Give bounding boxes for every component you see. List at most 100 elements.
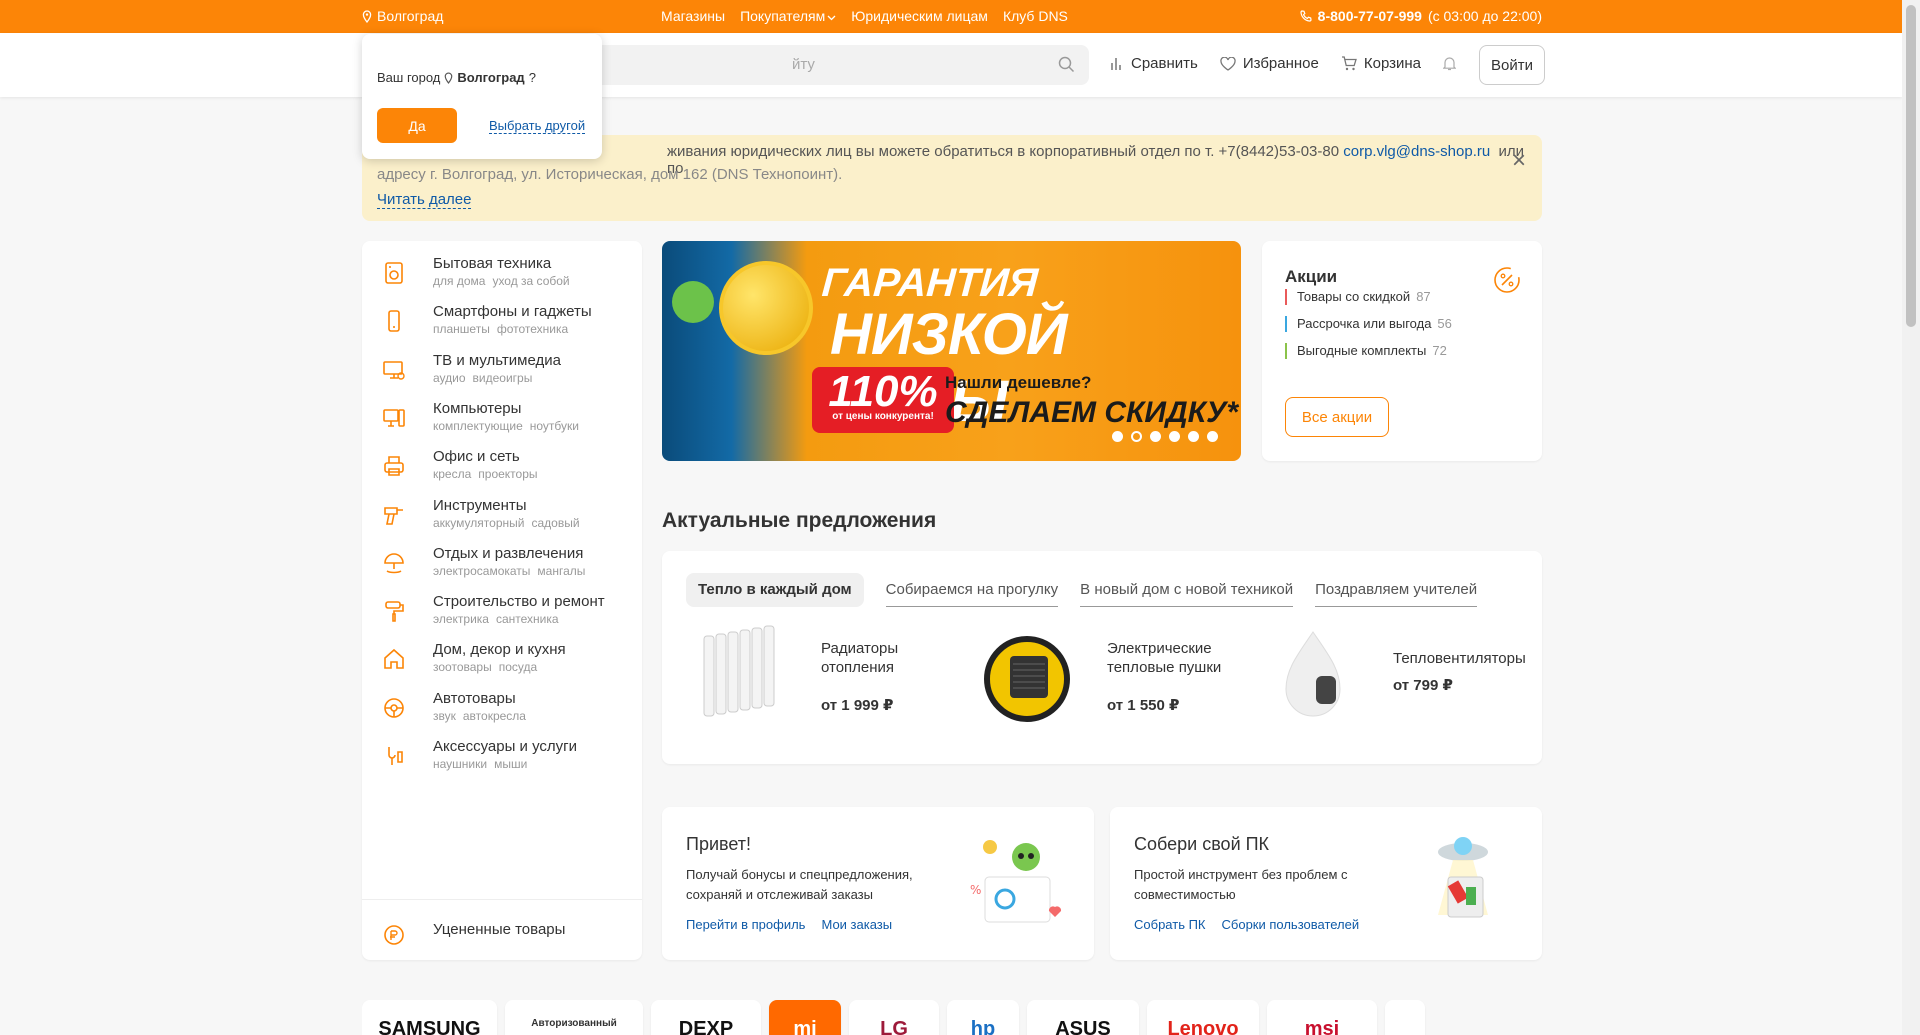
city-question-city: Волгоград — [457, 70, 525, 85]
catalog-sub-link[interactable]: комплектующие — [433, 419, 523, 433]
catalog-sub-link[interactable]: наушники — [433, 757, 487, 771]
catalog-item-discounted[interactable]: Уцененные товары — [362, 917, 642, 972]
catalog-sub-link[interactable]: электрика — [433, 612, 489, 626]
login-button[interactable]: Войти — [1479, 45, 1545, 85]
orders-link[interactable]: Мои заказы — [821, 917, 892, 932]
slider-dot[interactable] — [1207, 431, 1218, 442]
favorites-button[interactable]: Избранное — [1220, 55, 1319, 72]
build-pc-link[interactable]: Собрать ПК — [1134, 917, 1206, 932]
promotion-count: 72 — [1432, 343, 1447, 358]
product-card[interactable]: Тепловентиляторы от 799 ₽ — [1258, 619, 1526, 729]
city-choose-other-link[interactable]: Выбрать другой — [489, 118, 586, 134]
catalog-sub-link[interactable]: звук — [433, 709, 456, 723]
city-question: Ваш город Волгоград? — [377, 70, 536, 85]
catalog-item[interactable]: Инструменты аккумуляторный садовый — [362, 497, 642, 552]
product-card[interactable]: Электрические тепловые пушки от 1 550 ₽ — [972, 619, 1232, 729]
catalog-sub-link[interactable]: мангалы — [537, 564, 585, 578]
catalog-sub-link[interactable]: аккумуляторный — [433, 516, 524, 530]
city-confirm-yes-button[interactable]: Да — [377, 108, 457, 143]
nav-buyers[interactable]: Покупателям — [740, 8, 836, 24]
cart-button[interactable]: Корзина — [1341, 55, 1421, 72]
slider-dot[interactable] — [1150, 431, 1161, 442]
catalog-item[interactable]: Дом, декор и кухня зоотовары посуда — [362, 641, 642, 696]
catalog-item-subs: электрика сантехника — [433, 612, 566, 626]
offers-panel: Тепло в каждый дом Собираемся на прогулку… — [662, 551, 1542, 764]
section-title: Актуальные предложения — [662, 509, 937, 532]
catalog-sub-link[interactable]: кресла — [433, 467, 471, 481]
user-builds-link[interactable]: Сборки пользователей — [1222, 917, 1360, 932]
catalog-sub-link[interactable]: уход за собой — [492, 274, 569, 288]
catalog-item-subs: наушники мыши — [433, 757, 534, 771]
build-pc-card: Собери свой ПК Простой инструмент без пр… — [1110, 807, 1542, 960]
profile-link[interactable]: Перейти в профиль — [686, 917, 805, 932]
catalog-sub-link[interactable]: для дома — [433, 274, 485, 288]
catalog-sub-link[interactable]: планшеты — [433, 322, 490, 336]
catalog-sub-link[interactable]: фототехника — [497, 322, 568, 336]
catalog-item[interactable]: ТВ и мультимедиа аудио видеоигры — [362, 352, 642, 407]
scrollbar-thumb[interactable] — [1906, 5, 1916, 327]
catalog-item[interactable]: Отдых и развлечения электросамокаты мангал… — [362, 545, 642, 600]
brand-logo[interactable]: DEXP — [651, 1000, 761, 1035]
nav-club[interactable]: Клуб DNS — [1003, 8, 1068, 24]
brand-logo[interactable]: LG — [849, 1000, 939, 1035]
catalog-item[interactable]: Компьютеры комплектующие ноутбуки — [362, 400, 642, 455]
slider-dot[interactable] — [1169, 431, 1180, 442]
brand-logo[interactable]: Lenovo — [1147, 1000, 1259, 1035]
promotion-link[interactable]: Выгодные комплекты 72 — [1285, 343, 1447, 359]
brand-logo[interactable]: msi — [1267, 1000, 1377, 1035]
catalog-item-subs: зоотовары посуда — [433, 660, 544, 674]
search-input[interactable]: йту — [562, 45, 1089, 85]
catalog-sub-link[interactable]: зоотовары — [433, 660, 492, 674]
offers-tab[interactable]: Поздравляем учителей — [1315, 575, 1478, 607]
brand-logo[interactable]: hp — [947, 1000, 1019, 1035]
nav-buyers-label: Покупателям — [740, 8, 826, 24]
catalog-item[interactable]: Аксессуары и услуги наушники мыши — [362, 738, 642, 793]
offers-tab[interactable]: Тепло в каждый дом — [686, 573, 864, 607]
catalog-sub-link[interactable]: ноутбуки — [530, 419, 579, 433]
catalog-sub-link[interactable]: автокресла — [463, 709, 526, 723]
catalog-sub-link[interactable]: сантехника — [496, 612, 559, 626]
product-card[interactable]: Радиаторы отопления от 1 999 ₽ — [686, 619, 946, 729]
catalog-sub-link[interactable]: электросамокаты — [433, 564, 530, 578]
accessories-icon — [388, 747, 403, 765]
brand-logo[interactable]: mi — [769, 1000, 841, 1035]
promotion-link[interactable]: Товары со скидкой 87 — [1285, 289, 1431, 305]
slider-dot[interactable] — [1131, 431, 1142, 442]
promo-banner[interactable]: ГАРАНТИЯ НИЗКОЙ ЦЕНЫ 110% от цены конкур… — [662, 241, 1241, 461]
slider-dot[interactable] — [1188, 431, 1199, 442]
catalog-sub-link[interactable]: видеоигры — [473, 371, 533, 385]
brand-logo[interactable]: SAMSUNG — [362, 1000, 497, 1035]
city-selector[interactable]: Волгоград — [362, 8, 443, 24]
catalog-item[interactable]: Бытовая техника для дома уход за собой — [362, 255, 642, 310]
search-icon[interactable] — [1058, 56, 1075, 73]
top-bar: Волгоград Магазины Покупателям Юридическ… — [0, 0, 1902, 33]
catalog-item[interactable]: Строительство и ремонт электрика сантехник… — [362, 593, 642, 648]
brand-logo[interactable]: Авторизованный — [505, 1000, 643, 1035]
phone-block[interactable]: 8-800-77-07-999 (с 03:00 до 22:00) — [1300, 8, 1542, 24]
offers-tab[interactable]: В новый дом с новой техникой — [1080, 575, 1294, 607]
read-more-link[interactable]: Читать далее — [377, 191, 472, 209]
catalog-item[interactable]: Смартфоны и гаджеты планшеты фототехника — [362, 303, 642, 358]
nav-legal[interactable]: Юридическим лицам — [851, 8, 988, 24]
brand-logo[interactable]: ASUS — [1027, 1000, 1139, 1035]
phone-icon — [1300, 10, 1312, 22]
catalog-sub-link[interactable]: проекторы — [478, 467, 537, 481]
catalog-sub-link[interactable]: посуда — [499, 660, 537, 674]
notifications-button[interactable] — [1443, 56, 1457, 71]
notice-email-link[interactable]: corp.vlg@dns-shop.ru — [1343, 143, 1490, 160]
promotion-link[interactable]: Рассрочка или выгода 56 — [1285, 316, 1452, 332]
catalog-item[interactable]: Офис и сеть кресла проекторы — [362, 448, 642, 503]
catalog-sub-link[interactable]: мыши — [494, 757, 527, 771]
catalog-item[interactable]: Автотовары звук автокресла — [362, 690, 642, 745]
brand-logo[interactable] — [1385, 1000, 1425, 1035]
compare-button[interactable]: Сравнить — [1110, 55, 1198, 72]
catalog-sub-link[interactable]: аудио — [433, 371, 466, 385]
nav-stores[interactable]: Магазины — [661, 8, 725, 24]
robot-mascot-image — [672, 281, 714, 323]
all-promotions-button[interactable]: Все акции — [1285, 397, 1389, 437]
catalog-sub-link[interactable]: садовый — [531, 516, 579, 530]
scrollbar[interactable] — [1902, 0, 1920, 1035]
slider-dot[interactable] — [1112, 431, 1123, 442]
offers-tab[interactable]: Собираемся на прогулку — [885, 575, 1059, 607]
close-icon[interactable]: × — [1512, 147, 1526, 175]
